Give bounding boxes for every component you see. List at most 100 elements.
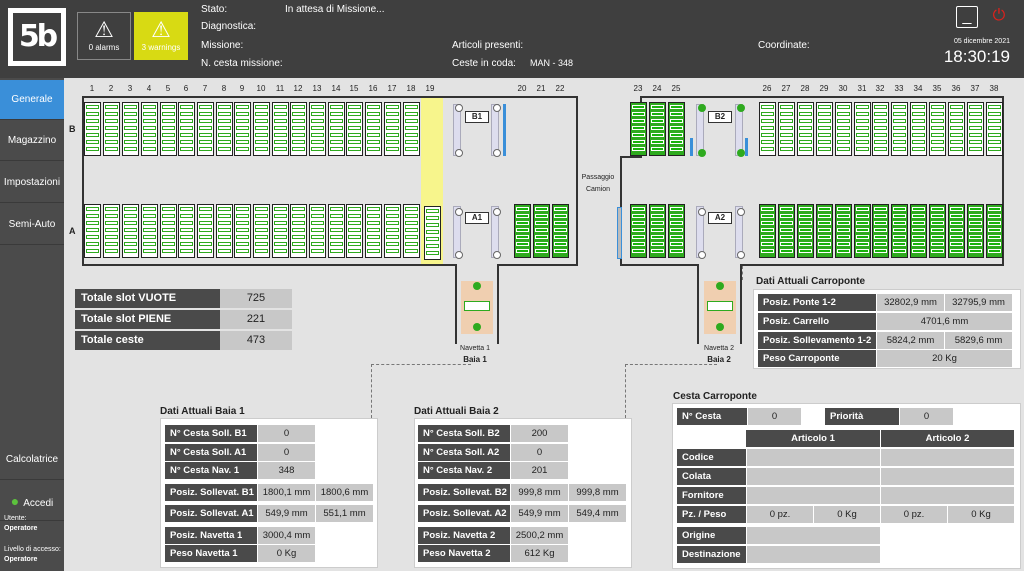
column-number: 20: [517, 84, 527, 93]
rack-slot[interactable]: [309, 204, 326, 258]
rack-slot[interactable]: [668, 204, 685, 258]
rack-slot[interactable]: [403, 102, 420, 156]
rack-slot[interactable]: [272, 102, 289, 156]
warnings-button[interactable]: ⚠ 3 warnings: [134, 12, 188, 60]
rack-slot[interactable]: [929, 102, 946, 156]
rack-slot[interactable]: [290, 204, 307, 258]
rack-slot[interactable]: [816, 102, 833, 156]
rack-slot[interactable]: [103, 102, 120, 156]
rack-slot[interactable]: [141, 102, 158, 156]
passaggio-label: Passaggio: [581, 174, 615, 181]
summary-value: 221: [220, 310, 292, 329]
rack-slot[interactable]: [797, 102, 814, 156]
column-number: 14: [331, 84, 341, 93]
rack-slot[interactable]: [160, 204, 177, 258]
data-label: Posiz. Sollevat. A2: [418, 505, 510, 522]
rack-slot[interactable]: [910, 102, 927, 156]
rack-slot[interactable]: [197, 102, 214, 156]
ceste-value: MAN - 348: [530, 58, 574, 68]
rack-slot[interactable]: [649, 102, 666, 156]
rack-slot[interactable]: [403, 204, 420, 258]
rack-slot[interactable]: [197, 204, 214, 258]
lifter-a1-label: A1: [465, 212, 489, 224]
sidebar-item-semi-auto[interactable]: Semi-Auto: [0, 205, 64, 245]
rack-slot[interactable]: [346, 102, 363, 156]
rack-slot[interactable]: [854, 102, 871, 156]
rack-slot[interactable]: [424, 206, 441, 260]
rack-slot[interactable]: [948, 102, 965, 156]
rack-slot[interactable]: [346, 204, 363, 258]
column-number: 17: [387, 84, 397, 93]
rack-slot[interactable]: [986, 102, 1003, 156]
rack-slot[interactable]: [309, 102, 326, 156]
rack-slot[interactable]: [872, 102, 889, 156]
sidebar-item-magazzino[interactable]: Magazzino: [0, 121, 64, 161]
column-number: 5: [165, 84, 171, 93]
rack-slot[interactable]: [365, 204, 382, 258]
rack-slot[interactable]: [891, 204, 908, 258]
rack-slot[interactable]: [160, 102, 177, 156]
rack-slot[interactable]: [122, 102, 139, 156]
rack-slot[interactable]: [84, 204, 101, 258]
rack-slot[interactable]: [797, 204, 814, 258]
rack-slot[interactable]: [872, 204, 889, 258]
rack-slot[interactable]: [216, 102, 233, 156]
rack-slot[interactable]: [910, 204, 927, 258]
rack-slot[interactable]: [630, 102, 647, 156]
rack-slot[interactable]: [854, 204, 871, 258]
rack-slot[interactable]: [234, 102, 251, 156]
sidebar-item-impostazioni[interactable]: Impostazioni: [0, 163, 64, 203]
summary-label: Totale ceste: [75, 331, 220, 350]
rack-slot[interactable]: [290, 102, 307, 156]
rack-slot[interactable]: [384, 204, 401, 258]
rack-slot[interactable]: [816, 204, 833, 258]
rack-slot[interactable]: [365, 102, 382, 156]
rack-slot[interactable]: [234, 204, 251, 258]
rack-slot[interactable]: [122, 204, 139, 258]
data-label: Posiz. Sollevat. A1: [165, 505, 257, 522]
rack-slot[interactable]: [929, 204, 946, 258]
utente-label: Utente:: [4, 515, 27, 522]
rack-slot[interactable]: [630, 204, 647, 258]
rack-slot[interactable]: [948, 204, 965, 258]
rack-slot[interactable]: [328, 102, 345, 156]
data-label: Posiz. Carrello: [758, 313, 876, 330]
data-value: 348: [257, 462, 315, 479]
rack-slot[interactable]: [835, 102, 852, 156]
rack-slot[interactable]: [384, 102, 401, 156]
sidebar-item-generale[interactable]: Generale: [0, 80, 64, 120]
alarm-warning-icon: ⚠: [94, 17, 114, 42]
rack-slot[interactable]: [84, 102, 101, 156]
rack-slot[interactable]: [328, 204, 345, 258]
rack-slot[interactable]: [649, 204, 666, 258]
rack-slot[interactable]: [668, 102, 685, 156]
power-icon[interactable]: ⏻: [988, 6, 1010, 28]
rack-slot[interactable]: [253, 204, 270, 258]
rack-slot[interactable]: [272, 204, 289, 258]
rack-slot[interactable]: [552, 204, 569, 258]
rack-slot[interactable]: [835, 204, 852, 258]
column-number: 23: [633, 84, 643, 93]
minimize-icon[interactable]: _: [956, 6, 978, 28]
rack-slot[interactable]: [759, 204, 776, 258]
data-value: 612 Kg: [510, 545, 568, 562]
rack-slot[interactable]: [141, 204, 158, 258]
rack-slot[interactable]: [778, 204, 795, 258]
rack-slot[interactable]: [778, 102, 795, 156]
data-label: Posiz. Sollevat. B1: [165, 484, 257, 501]
rack-slot[interactable]: [891, 102, 908, 156]
rack-slot[interactable]: [759, 102, 776, 156]
rack-slot[interactable]: [533, 204, 550, 258]
rack-slot[interactable]: [103, 204, 120, 258]
rack-slot[interactable]: [986, 204, 1003, 258]
rack-slot[interactable]: [216, 204, 233, 258]
rack-slot[interactable]: [514, 204, 531, 258]
rack-slot[interactable]: [253, 102, 270, 156]
rack-slot[interactable]: [178, 204, 195, 258]
column-number: 10: [256, 84, 266, 93]
rack-slot[interactable]: [967, 204, 984, 258]
alarms-button[interactable]: ⚠ 0 alarms: [77, 12, 131, 60]
calcolatrice-button[interactable]: Calcolatrice: [0, 440, 64, 480]
rack-slot[interactable]: [178, 102, 195, 156]
rack-slot[interactable]: [967, 102, 984, 156]
